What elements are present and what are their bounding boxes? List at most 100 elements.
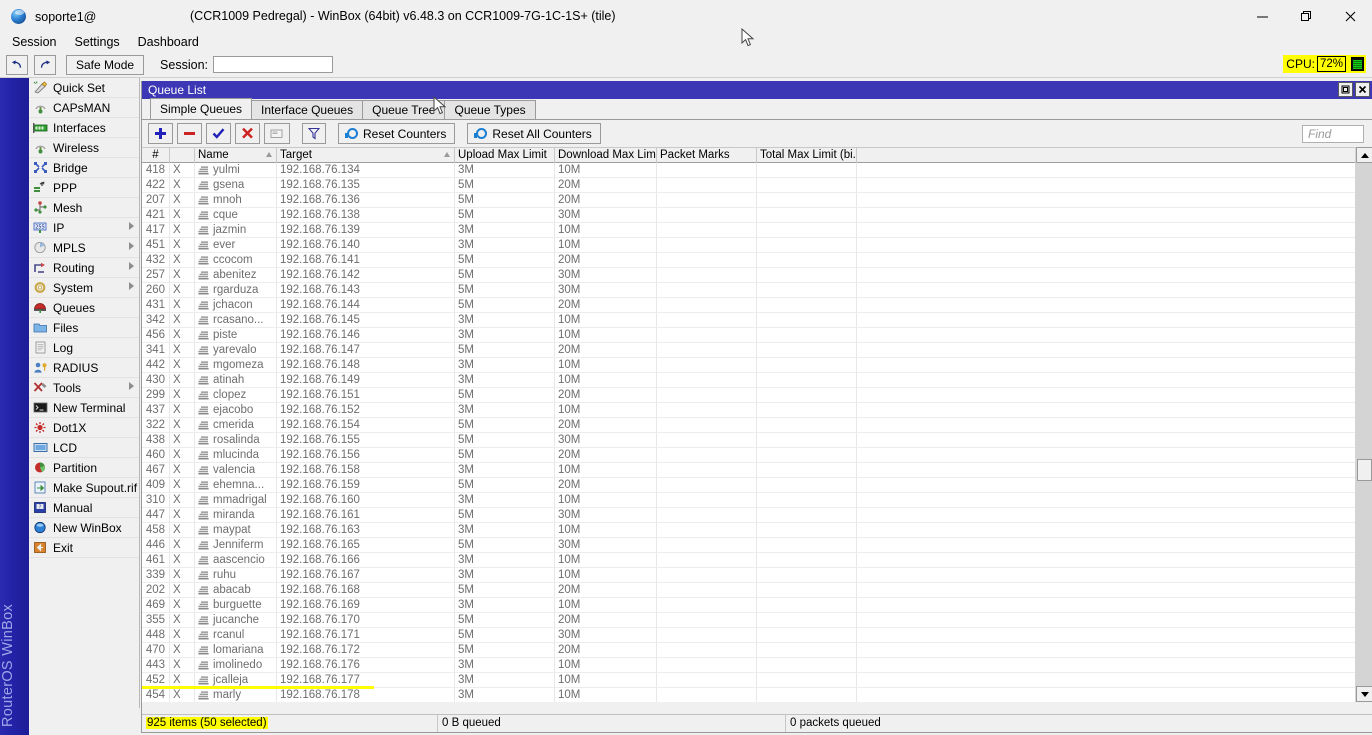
undo-button[interactable] [6,55,28,75]
enable-button[interactable] [206,123,231,144]
table-row[interactable]: 437Xejacobo192.168.76.1523M10M [142,403,1372,418]
sidebar-item-files[interactable]: Files [29,318,139,338]
sidebar-item-tools[interactable]: Tools [29,378,139,398]
table-row[interactable]: 456Xpiste192.168.76.1463M10M [142,328,1372,343]
table-row[interactable]: 260Xrgarduza192.168.76.1435M30M [142,283,1372,298]
table-row[interactable]: 447Xmiranda192.168.76.1615M30M [142,508,1372,523]
table-row[interactable]: 454Xmarly192.168.76.1783M10M [142,688,1372,702]
sidebar-item-lcd[interactable]: LCD [29,438,139,458]
minimize-button[interactable] [1240,0,1284,33]
sidebar-item-mesh[interactable]: Mesh [29,198,139,218]
sidebar-item-quick-set[interactable]: Quick Set [29,78,139,98]
table-row[interactable]: 257Xabenitez192.168.76.1425M30M [142,268,1372,283]
find-input[interactable]: Find [1302,125,1364,143]
sidebar-item-capsman[interactable]: CAPsMAN [29,98,139,118]
sidebar-item-ppp[interactable]: PPP [29,178,139,198]
table-row[interactable]: 470Xlomariana192.168.76.1725M20M [142,643,1372,658]
table-row[interactable]: 430Xatinah192.168.76.1493M10M [142,373,1372,388]
sidebar-item-wireless[interactable]: Wireless [29,138,139,158]
close-button[interactable] [1328,0,1372,33]
table-row[interactable]: 431Xjchacon192.168.76.1445M20M [142,298,1372,313]
filter-button[interactable] [302,123,326,144]
table-body[interactable]: 418Xyulmi192.168.76.1343M10M422Xgsena192… [142,163,1372,702]
column-header-name[interactable]: Name [195,148,277,163]
sidebar-item-ip[interactable]: 255 IP [29,218,139,238]
sidebar-item-partition[interactable]: Partition [29,458,139,478]
table-row[interactable]: 461Xaascencio192.168.76.1663M10M [142,553,1372,568]
sidebar-item-manual[interactable]: ? Manual [29,498,139,518]
cell-upload-max-limit: 3M [455,463,555,478]
sidebar-item-bridge[interactable]: Bridge [29,158,139,178]
sidebar-item-log[interactable]: Log [29,338,139,358]
scrollbar-thumb[interactable] [1357,459,1372,481]
menu-settings[interactable]: Settings [65,33,128,52]
table-row[interactable]: 342Xrcasano...192.168.76.1453M10M [142,313,1372,328]
tab-interface-queues[interactable]: Interface Queues [251,100,363,119]
table-row[interactable]: 202Xabacab192.168.76.1685M20M [142,583,1372,598]
safe-mode-button[interactable]: Safe Mode [66,55,144,75]
table-row[interactable]: 467Xvalencia192.168.76.1583M10M [142,463,1372,478]
column-header-download-max-limit[interactable]: Download Max Limit [555,148,657,163]
table-row[interactable]: 417Xjazmin192.168.76.1393M10M [142,223,1372,238]
column-header-num[interactable]: # [142,148,170,163]
sidebar-item-radius[interactable]: RADIUS [29,358,139,378]
sidebar-item-interfaces[interactable]: Interfaces [29,118,139,138]
column-header-packet-marks[interactable]: Packet Marks [657,148,757,163]
scroll-up-button[interactable] [1356,147,1372,163]
column-header-flag[interactable] [170,148,195,163]
scroll-down-button[interactable] [1356,686,1372,702]
table-row[interactable]: 310Xmmadrigal192.168.76.1603M10M [142,493,1372,508]
redo-button[interactable] [34,55,56,75]
table-row[interactable]: 299Xclopez192.168.76.1515M20M [142,388,1372,403]
table-row[interactable]: 432Xccocom192.168.76.1415M20M [142,253,1372,268]
queue-list-close-button[interactable] [1355,82,1370,97]
sidebar-item-system[interactable]: System [29,278,139,298]
table-row[interactable]: 442Xmgomeza192.168.76.1483M10M [142,358,1372,373]
table-row[interactable]: 421Xcque192.168.76.1385M30M [142,208,1372,223]
table-row[interactable]: 422Xgsena192.168.76.1355M20M [142,178,1372,193]
tab-simple-queues[interactable]: Simple Queues [150,98,252,119]
tab-queue-tree[interactable]: Queue Tree [362,100,445,119]
session-input[interactable] [213,56,333,73]
cell-name: yulmi [195,163,277,178]
disable-button[interactable] [235,123,260,144]
table-row[interactable]: 448Xrcanul192.168.76.1715M30M [142,628,1372,643]
table-row[interactable]: 207Xmnoh192.168.76.1365M20M [142,193,1372,208]
sidebar-item-new-terminal[interactable]: New Terminal [29,398,139,418]
column-header-upload-max-limit[interactable]: Upload Max Limit [455,148,555,163]
add-button[interactable] [148,123,173,144]
table-row[interactable]: 438Xrosalinda192.168.76.1555M30M [142,433,1372,448]
table-row[interactable]: 322Xcmerida192.168.76.1545M20M [142,418,1372,433]
table-row[interactable]: 341Xyarevalo192.168.76.1475M20M [142,343,1372,358]
scrollbar-track[interactable] [1356,163,1372,686]
table-row[interactable]: 451Xever192.168.76.1403M10M [142,238,1372,253]
menu-session[interactable]: Session [3,33,65,52]
sidebar-item-mpls[interactable]: MPLS [29,238,139,258]
reset-counters-button[interactable]: Reset Counters [338,123,455,144]
comment-button[interactable] [264,123,290,144]
sidebar-item-queues[interactable]: Queues [29,298,139,318]
menu-dashboard[interactable]: Dashboard [129,33,208,52]
table-row[interactable]: 443Ximolinedo192.168.76.1763M10M [142,658,1372,673]
table-row[interactable]: 469Xburguette192.168.76.1693M10M [142,598,1372,613]
column-header-total-max-limit[interactable]: Total Max Limit (bi... [757,148,857,163]
table-row[interactable]: 446XJenniferm192.168.76.1655M30M [142,538,1372,553]
sidebar-item-new-winbox[interactable]: New WinBox [29,518,139,538]
sidebar-item-exit[interactable]: Exit [29,538,139,558]
table-row[interactable]: 418Xyulmi192.168.76.1343M10M [142,163,1372,178]
reset-all-counters-button[interactable]: Reset All Counters [467,123,600,144]
table-row[interactable]: 355Xjucanche192.168.76.1705M20M [142,613,1372,628]
remove-button[interactable] [177,123,202,144]
table-row[interactable]: 460Xmlucinda192.168.76.1565M20M [142,448,1372,463]
column-header-target[interactable]: Target [277,148,455,163]
tab-queue-types[interactable]: Queue Types [444,100,535,119]
table-row[interactable]: 409Xehemna...192.168.76.1595M20M [142,478,1372,493]
table-vertical-scrollbar[interactable] [1355,147,1372,702]
sidebar-item-make-supout[interactable]: Make Supout.rif [29,478,139,498]
sidebar-item-dot1x[interactable]: Dot1X [29,418,139,438]
table-row[interactable]: 339Xruhu192.168.76.1673M10M [142,568,1372,583]
queue-list-restore-button[interactable] [1338,82,1353,97]
restore-button[interactable] [1284,0,1328,33]
table-row[interactable]: 458Xmaypat192.168.76.1633M10M [142,523,1372,538]
sidebar-item-routing[interactable]: Routing [29,258,139,278]
